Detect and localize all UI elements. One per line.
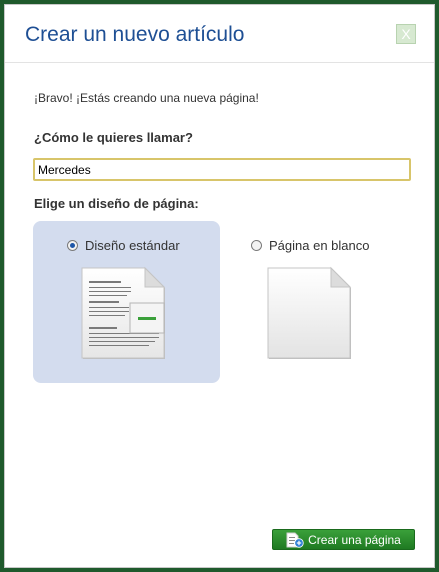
article-name-input[interactable] bbox=[33, 158, 411, 181]
layout-blank-radio-row[interactable]: Página en blanco bbox=[251, 238, 369, 253]
intro-text: ¡Bravo! ¡Estás creando una nueva página! bbox=[34, 91, 259, 105]
close-icon[interactable]: X bbox=[396, 24, 416, 44]
radio-blank[interactable] bbox=[251, 240, 262, 251]
blank-page-icon[interactable] bbox=[265, 265, 353, 361]
layout-standard-label: Diseño estándar bbox=[85, 238, 180, 253]
dialog-title: Crear un nuevo artículo bbox=[25, 23, 245, 46]
create-article-dialog: Crear un nuevo artículo X ¡Bravo! ¡Estás… bbox=[4, 4, 435, 568]
name-prompt-label: ¿Cómo le quieres llamar? bbox=[34, 130, 193, 145]
layout-blank-label: Página en blanco bbox=[269, 238, 370, 253]
create-page-button-label: Crear una página bbox=[308, 532, 401, 547]
title-divider bbox=[5, 62, 434, 63]
radio-standard[interactable] bbox=[67, 240, 78, 251]
standard-layout-page-icon[interactable] bbox=[79, 265, 167, 361]
layout-prompt-label: Elige un diseño de página: bbox=[34, 196, 199, 211]
layout-standard-radio-row[interactable]: Diseño estándar bbox=[67, 238, 180, 253]
create-page-button[interactable]: Crear una página bbox=[272, 529, 415, 550]
add-page-icon bbox=[286, 532, 304, 548]
